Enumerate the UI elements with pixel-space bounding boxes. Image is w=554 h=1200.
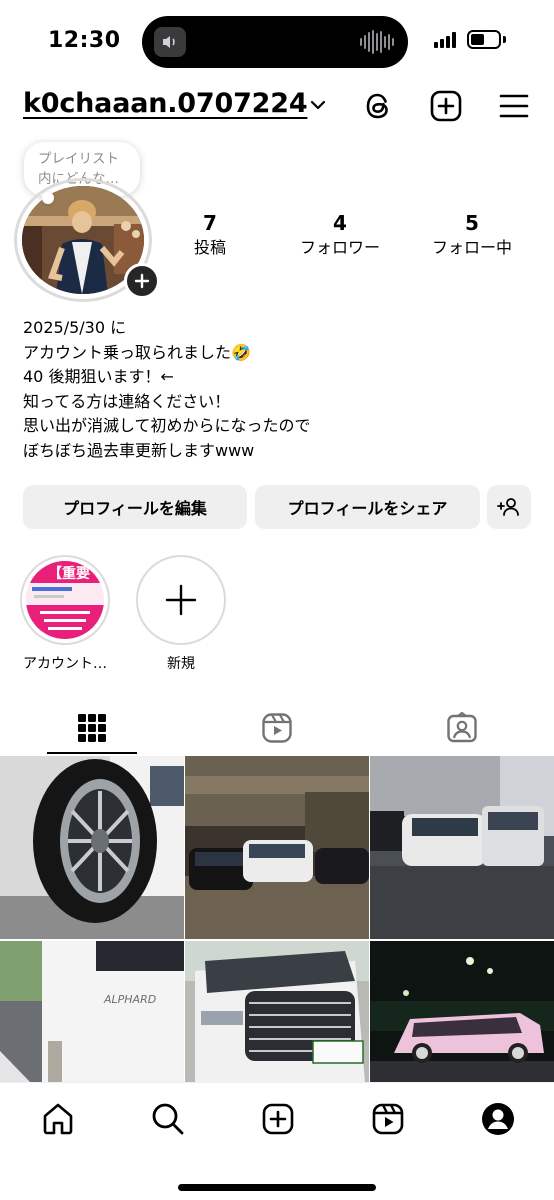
discover-people-button[interactable] [487,485,531,529]
nav-profile[interactable] [476,1097,520,1141]
active-tab-indicator [47,752,137,754]
plus-icon [165,584,197,616]
svg-text:ALPHARD: ALPHARD [103,993,156,1006]
nav-home[interactable] [36,1097,80,1141]
profile-avatar[interactable] [14,178,160,302]
bio-line: 思い出が消滅して初めからになったので [23,416,311,435]
bio-line: 2025/5/30 に [23,318,127,337]
tab-reels[interactable] [185,700,369,756]
tab-posts-grid[interactable] [0,700,184,756]
post-thumbnail[interactable] [185,756,369,939]
add-person-icon [497,498,519,516]
post-thumbnail[interactable] [0,756,184,939]
reels-icon [372,1103,404,1135]
battery-icon [467,30,501,49]
grid-icon [78,714,106,742]
nav-create[interactable] [256,1097,300,1141]
tab-tagged[interactable] [370,700,554,756]
tagged-icon [447,712,477,743]
status-bar: 12:30 [0,0,554,80]
bio-line: 知ってる方は連絡ください！ [23,391,231,411]
bottom-navigation [0,1082,554,1200]
highlight-cover-title: 【重要 [48,566,90,582]
home-icon [43,1103,73,1135]
status-time: 12:30 [48,28,121,53]
threads-icon[interactable] [358,86,398,126]
create-post-icon[interactable] [426,86,466,126]
profile-avatar-icon [482,1103,514,1135]
share-profile-button[interactable]: プロフィールをシェア [255,485,480,529]
reels-icon [262,713,292,743]
search-icon [152,1103,184,1135]
edit-profile-button[interactable]: プロフィールを編集 [23,485,247,529]
posts-grid: ALPHARD [0,756,554,1082]
profile-tabs [0,700,554,756]
highlight-cover: 【重要 [26,561,104,639]
nav-reels[interactable] [366,1097,410,1141]
followers-count[interactable]: 4 フォロワー [288,210,392,260]
new-highlight-button[interactable]: 新規 [135,555,227,673]
nav-search[interactable] [146,1097,190,1141]
profile-header: k0chaaan.0707224 [0,86,554,130]
create-icon [262,1103,294,1135]
bio-line: アカウント乗っ取られました🤣 [23,342,251,362]
audio-wave-icon [360,30,394,54]
following-count[interactable]: 5 フォロー中 [420,210,524,260]
cellular-signal-icon [434,32,456,48]
chevron-down-icon[interactable] [310,96,326,115]
post-thumbnail[interactable] [370,756,554,939]
bio-line: ぼちぼち過去車更新しますwww [23,440,255,460]
highlight-label: 新規 [167,656,195,672]
home-indicator [178,1184,376,1191]
menu-icon[interactable] [494,86,534,126]
speaker-icon [154,27,186,57]
posts-count[interactable]: 7 投稿 [182,210,238,260]
profile-bio: 2025/5/30 に アカウント乗っ取られました🤣 40 後期狙います！← 知… [23,316,311,463]
highlight-item[interactable]: 【重要 アカウント… [19,555,111,673]
add-story-button[interactable] [124,263,160,299]
highlight-label: アカウント… [23,656,107,672]
dynamic-island [142,16,408,68]
username-switcher[interactable]: k0chaaan.0707224 [23,88,308,119]
bio-line: 40 後期狙います！← [23,367,174,386]
